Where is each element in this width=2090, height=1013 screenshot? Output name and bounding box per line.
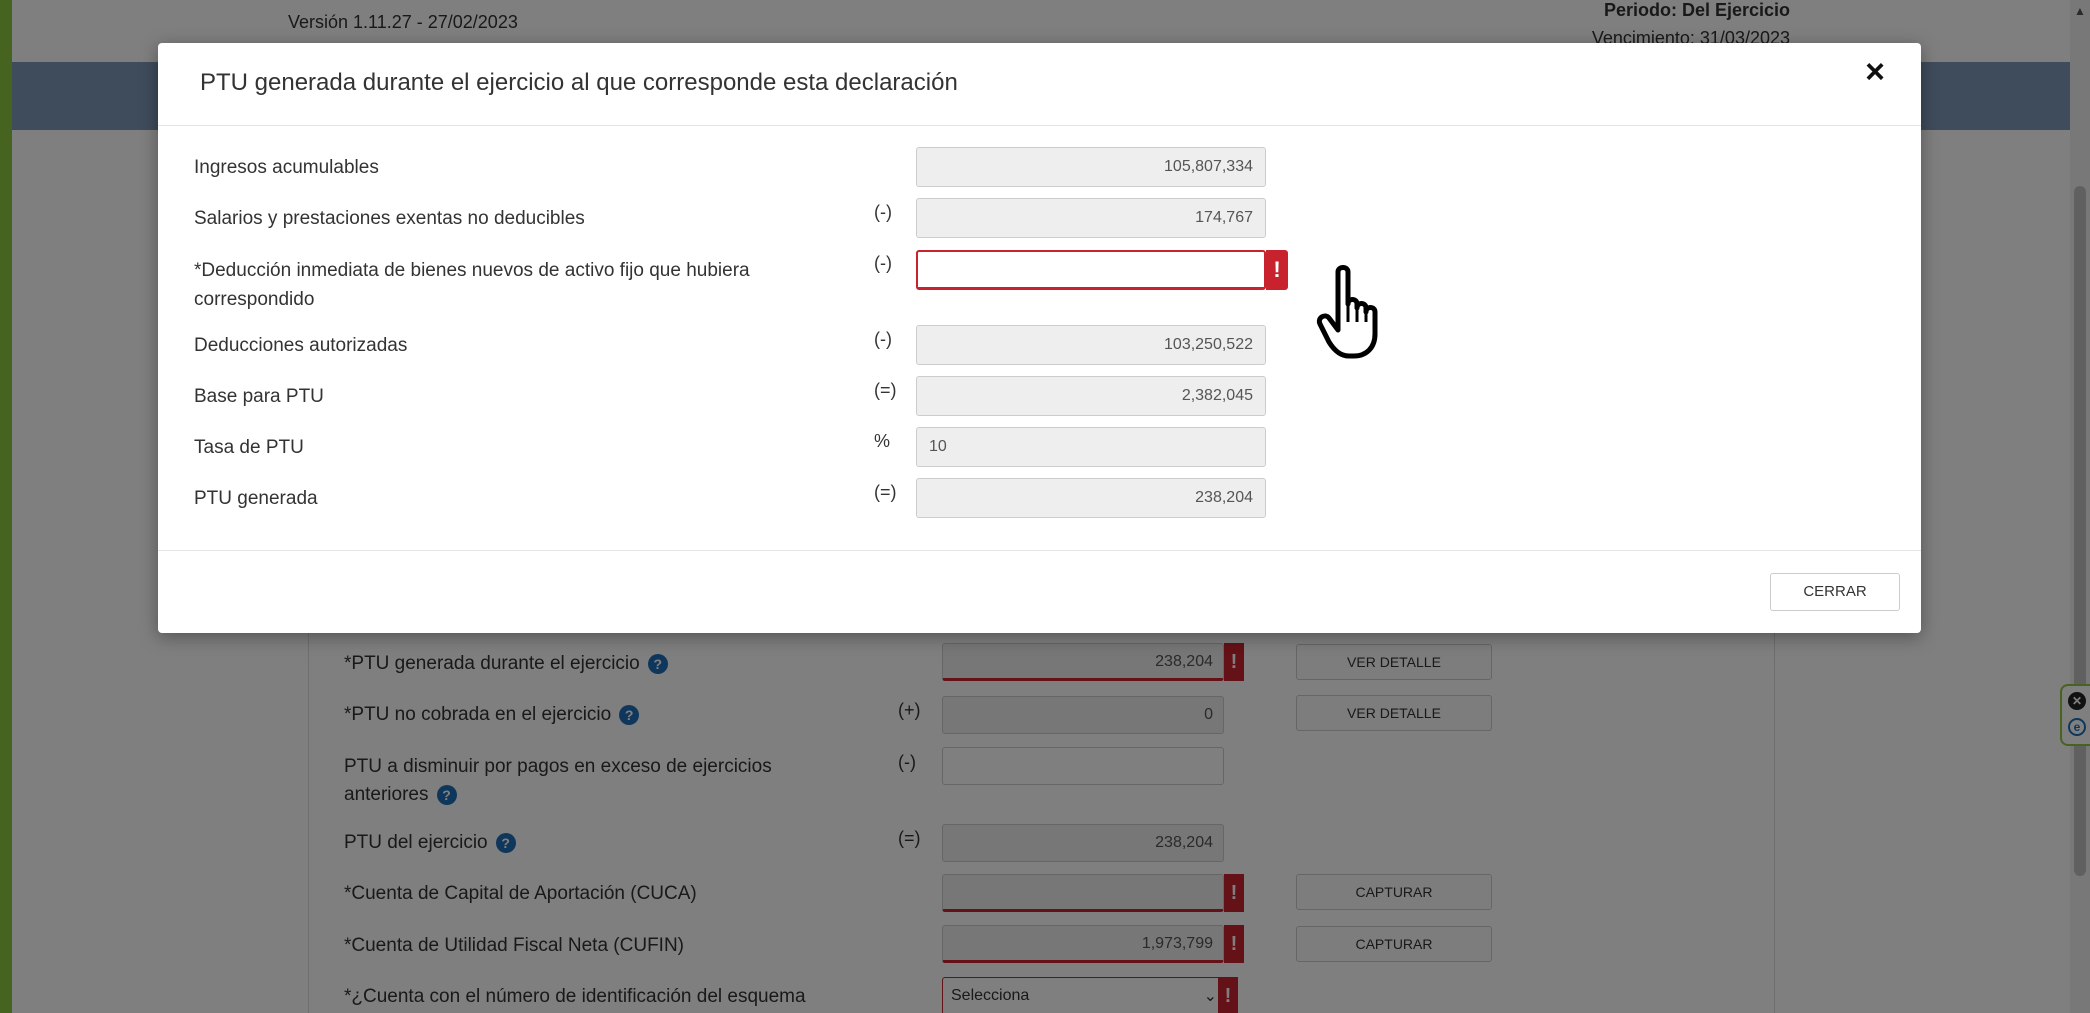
base-ptu-field[interactable]: 2,382,045 [916,376,1266,416]
operator: (=) [874,380,897,400]
base-ptu-label: Base para PTU [194,386,324,407]
salarios-label: Salarios y prestaciones exentas no deduc… [194,208,585,229]
close-icon[interactable]: × [1865,53,1885,92]
ptu-generada-modal-label: PTU generada [194,488,318,509]
ptu-modal: PTU generada durante el ejercicio al que… [158,43,1921,633]
ingresos-label: Ingresos acumulables [194,157,379,178]
deducciones-autorizadas-field[interactable]: 103,250,522 [916,325,1266,365]
salarios-field[interactable]: 174,767 [916,198,1266,238]
ingresos-field[interactable]: 105,807,334 [916,147,1266,187]
deducciones-autorizadas-label: Deducciones autorizadas [194,335,408,356]
cerrar-button[interactable]: CERRAR [1770,573,1900,611]
tasa-ptu-label: Tasa de PTU [194,437,304,458]
operator: (-) [874,329,892,349]
ptu-generada-modal-field[interactable]: 238,204 [916,478,1266,518]
modal-title: PTU generada durante el ejercicio al que… [200,69,958,96]
operator: % [874,431,891,451]
modal-header: PTU generada durante el ejercicio al que… [158,43,1921,126]
tasa-ptu-field[interactable]: 10 [916,427,1266,467]
operator: (-) [874,253,892,273]
error-icon: ! [1266,250,1288,290]
operator: (=) [874,482,897,502]
deduccion-inmediata-label: *Deducción inmediata de bienes nuevos de… [194,260,750,310]
operator: (-) [874,202,892,222]
deduccion-inmediata-input[interactable] [916,250,1266,290]
modal-footer: CERRAR [158,550,1921,634]
hand-pointer-icon [1316,265,1378,359]
